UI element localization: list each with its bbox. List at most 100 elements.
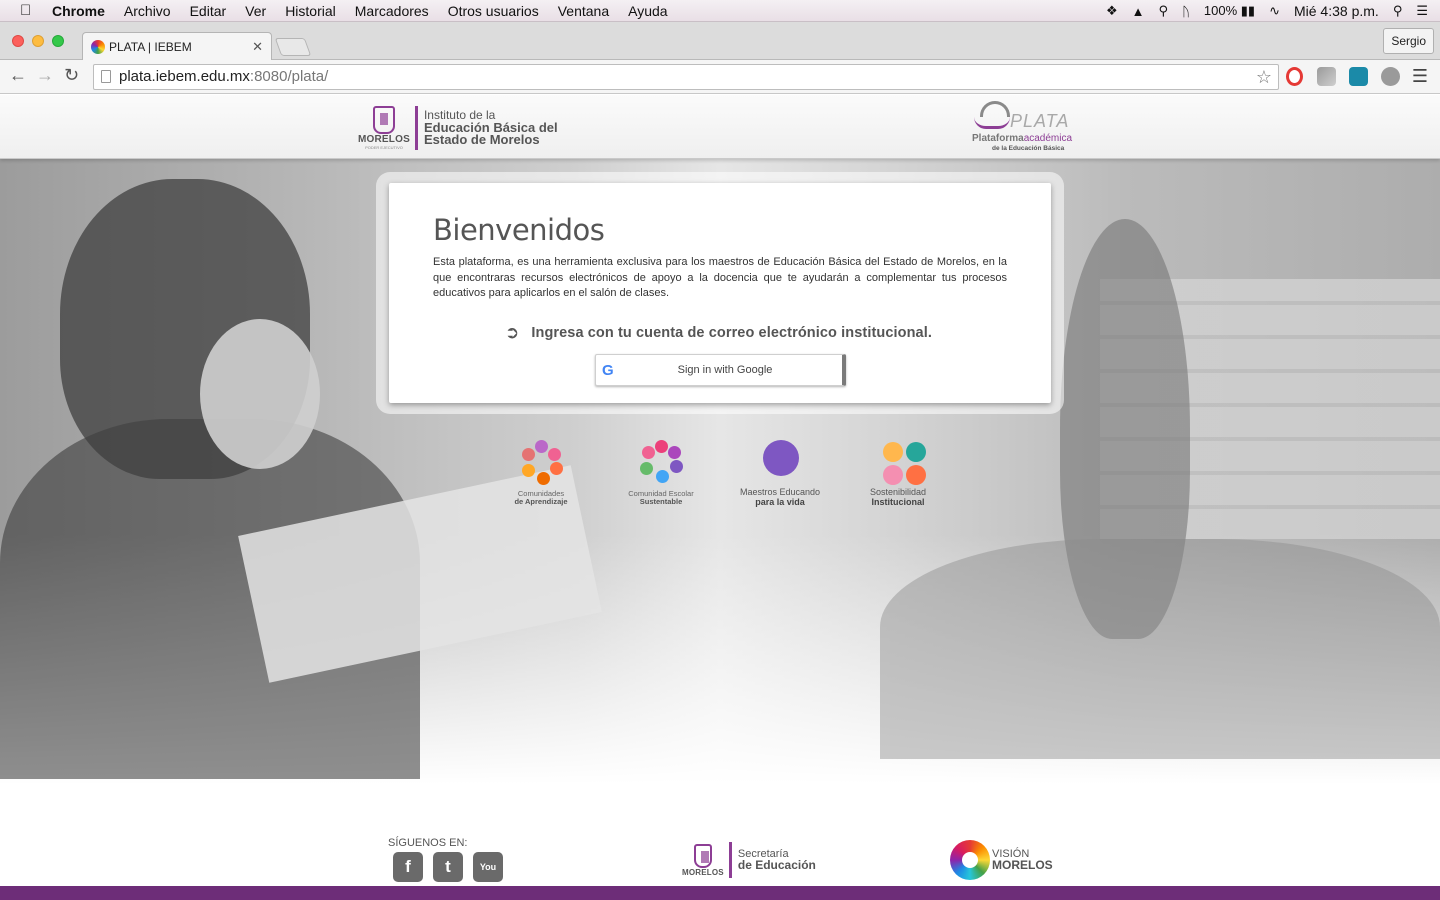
morelos-crest-icon [372,106,395,134]
program-4-line1: Sostenibilidad [869,487,927,497]
new-tab-button[interactable] [274,38,312,56]
battery-status[interactable]: 100% ▮▮ [1204,3,1255,19]
browser-toolbar: ← → ↻ plata.iebem.edu.mx:8080/plata/ ☆ ☰ [0,60,1440,94]
plata-subtitle-b: académica [1023,133,1073,144]
sign-in-icon: ➲ [505,323,520,342]
plata-subtitle-2: de la Educación Básica [992,145,1065,152]
iebem-logo[interactable]: MORELOS PODER EJECUTIVO Instituto de la … [358,105,558,151]
menu-item-ayuda[interactable]: Ayuda [628,3,667,19]
bluetooth-icon[interactable]: ᚢ [1182,4,1190,19]
apple-icon[interactable]:  [20,2,38,19]
morelos-emblem: MORELOS PODER EJECUTIVO [358,106,410,150]
page-icon [101,70,111,83]
google-sign-in-button[interactable]: G Sign in with Google [595,354,846,386]
vision-text: VISIÓN MORELOS [992,848,1053,872]
wifi-icon[interactable]: ∿ [1269,3,1280,19]
back-icon[interactable]: ← [9,65,27,86]
program-3-line1: Maestros Educando [739,487,821,497]
url-path: :8080/plata/ [249,68,329,85]
chrome-menu-icon[interactable]: ☰ [1412,66,1428,87]
tab-strip: PLATA | IEBEM ✕ Sergio [0,22,1440,60]
favicon-icon [91,39,105,54]
google-sign-in-label: Sign in with Google [677,364,773,376]
menu-bar:  Chrome Archivo Editar Ver Historial Ma… [0,0,1440,22]
morelos-label: MORELOS [358,134,410,145]
drive-icon[interactable]: ▲ [1132,4,1145,19]
maestros-logo-icon [755,440,805,488]
secretaria-educacion-logo[interactable]: MORELOS Secretaría de Educación [682,842,816,878]
sostenibilidad-logo-icon [873,440,926,488]
follow-us-label: SÍGUENOS EN: [388,837,468,849]
clock[interactable]: Mié 4:38 p.m. [1294,3,1379,19]
page-viewport: MORELOS PODER EJECUTIVO Instituto de la … [0,95,1440,900]
plata-subtitle-a: Plataforma [972,133,1024,144]
sec-morelos-label: MORELOS [682,867,724,877]
morelos-sublabel: PODER EJECUTIVO [365,145,403,150]
login-prompt-text: Ingresa con tu cuenta de correo electrón… [531,325,932,341]
bookmark-star-icon[interactable]: ☆ [1256,65,1272,89]
program-3-line2: para la vida [755,497,805,507]
footer-bar [0,886,1440,900]
iebem-name: Instituto de la Educación Básica del Est… [424,109,558,147]
menu-item-historial[interactable]: Historial [285,3,336,19]
vision-morelos-logo[interactable]: VISIÓN MORELOS [950,840,1053,880]
sec-morelos-emblem: MORELOS [682,843,724,877]
sec-crest-icon [693,843,712,868]
close-tab-icon[interactable]: ✕ [252,39,263,55]
plata-wordmark: PLATA [1010,111,1070,131]
logo-divider [414,106,418,150]
site-header: MORELOS PODER EJECUTIVO Instituto de la … [0,95,1440,159]
extension-icon-gray[interactable] [1381,67,1400,86]
location-icon[interactable]: ⚲ [1159,3,1169,19]
twitter-icon[interactable]: t [433,852,463,882]
vision-flower-icon [950,840,990,880]
menu-item-marcadores[interactable]: Marcadores [355,3,429,19]
profile-button[interactable]: Sergio [1383,28,1434,54]
sec-line2: de Educación [737,858,816,872]
address-bar[interactable]: plata.iebem.edu.mx:8080/plata/ ☆ [93,64,1279,90]
google-g-icon: G [602,361,614,379]
zoom-window-button[interactable] [52,35,64,47]
program-1-line2: de Aprendizaje [514,497,568,506]
reload-icon[interactable]: ↻ [64,65,79,86]
plata-logo[interactable]: PLATA Plataformaacadémica de la Educació… [970,101,1080,153]
opera-extension-icon[interactable] [1286,67,1303,86]
program-4-line2: Institucional [871,497,925,507]
program-comunidad-escolar-sustentable[interactable]: Comunidad Escolar Sustentable [616,440,706,506]
forward-icon[interactable]: → [36,65,54,86]
program-sostenibilidad-institucional[interactable]: Sostenibilidad Institucional [853,440,943,507]
facebook-icon[interactable]: f [393,852,423,882]
sec-divider [728,842,732,878]
dropbox-icon[interactable]: ❖ [1106,3,1118,19]
bg-figure-face [200,319,320,469]
comunidad-escolar-logo-icon [636,440,686,488]
menu-app-name[interactable]: Chrome [52,3,105,19]
bg-shrubs [880,539,1440,759]
tab-plata-iebem[interactable]: PLATA | IEBEM ✕ [82,32,272,60]
drive-extension-icon[interactable] [1317,67,1336,86]
program-maestros-educando[interactable]: Maestros Educando para la vida [735,440,825,507]
vision-line2: MORELOS [992,858,1053,872]
battery-percent: 100% [1203,3,1238,18]
sec-name: Secretaría de Educación [737,848,816,872]
youtube-icon[interactable]: You [473,852,503,882]
minimize-window-button[interactable] [32,35,44,47]
extension-icon-blue[interactable] [1349,67,1368,86]
program-comunidades-aprendizaje[interactable]: Comunidades de Aprendizaje [496,440,586,506]
welcome-card: Bienvenidos Esta plataforma, es una herr… [389,183,1051,403]
spotlight-icon[interactable]: ⚲ [1393,3,1403,19]
wifi-arc-icon [980,101,1010,117]
menu-item-editar[interactable]: Editar [190,3,227,19]
login-prompt: ➲ Ingresa con tu cuenta de correo electr… [505,323,932,343]
menu-item-ventana[interactable]: Ventana [558,3,609,19]
comunidades-logo-icon [516,440,566,488]
menu-item-otros-usuarios[interactable]: Otros usuarios [448,3,539,19]
book-icon [974,117,1010,129]
menu-item-ver[interactable]: Ver [245,3,266,19]
menu-item-archivo[interactable]: Archivo [124,3,171,19]
close-window-button[interactable] [12,35,24,47]
plata-subtitle: Plataformaacadémica [972,133,1072,144]
url-host: plata.iebem.edu.mx [119,68,250,85]
welcome-title: Bienvenidos [433,213,605,247]
notification-center-icon[interactable]: ☰ [1416,3,1428,19]
